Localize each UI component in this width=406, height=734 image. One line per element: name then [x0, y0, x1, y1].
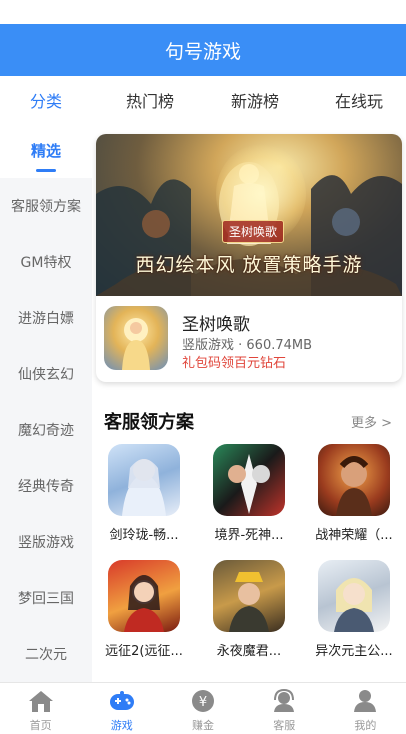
main-content: 圣树唤歌 西幻绘本风 放置策略手游 圣树唤歌 竖版游戏 · 660.74MB 礼…: [92, 122, 406, 682]
tab-online[interactable]: 在线玩: [335, 88, 383, 112]
sidebar-item-featured[interactable]: 精选: [0, 122, 92, 178]
page-title: 句号游戏: [164, 40, 241, 63]
bottom-navigation: 首页 游戏 ¥ 赚金 客服 我的: [0, 682, 406, 734]
sidebar-item-label: 精选: [30, 141, 61, 160]
featured-game-icon: [104, 306, 168, 370]
game-item[interactable]: 战神荣耀（...: [306, 444, 402, 554]
tab-new[interactable]: 新游榜: [231, 88, 279, 112]
game-name: 远征2(远征...: [105, 644, 183, 659]
nav-label: 赚金: [192, 719, 214, 732]
category-sidebar: 精选 客服领方案 GM特权 进游白嫖 仙侠玄幻 魔幻奇迹 经典传奇 竖版游戏 梦…: [0, 122, 92, 682]
game-icon: [318, 560, 390, 632]
game-item[interactable]: 剑玲珑-畅...: [96, 444, 192, 554]
featured-game-info[interactable]: 圣树唤歌 竖版游戏 · 660.74MB 礼包码领百元钻石: [104, 306, 394, 371]
game-item[interactable]: 异次元主公...: [306, 560, 402, 670]
nav-service[interactable]: 客服: [244, 683, 325, 734]
nav-games[interactable]: 游戏: [81, 683, 162, 734]
yen-coin-icon: ¥: [192, 690, 214, 712]
nav-label: 游戏: [110, 719, 133, 732]
featured-game-name: 圣树唤歌: [182, 315, 250, 335]
game-item[interactable]: 远征2(远征...: [96, 560, 192, 670]
sidebar-item-service-plan[interactable]: 客服领方案: [0, 178, 92, 234]
game-name: 境界-死神...: [214, 528, 284, 543]
sidebar-item-label: 仙侠玄幻: [18, 367, 74, 383]
sidebar-item-label: 进游白嫖: [18, 311, 74, 327]
sidebar-item-xianxia[interactable]: 仙侠玄幻: [0, 346, 92, 402]
nav-home[interactable]: 首页: [0, 683, 81, 734]
game-icon: [318, 444, 390, 516]
sidebar-item-legend[interactable]: 经典传奇: [0, 458, 92, 514]
featured-game-meta: 竖版游戏 · 660.74MB: [182, 338, 313, 353]
banner-logo: 圣树唤歌: [222, 220, 285, 243]
game-icon: [213, 444, 285, 516]
sidebar-item-anime[interactable]: 二次元: [0, 626, 92, 682]
sidebar-item-magic[interactable]: 魔幻奇迹: [0, 402, 92, 458]
tab-hot[interactable]: 热门榜: [126, 88, 174, 112]
game-icon: [108, 560, 180, 632]
game-name: 异次元主公...: [315, 644, 393, 659]
gamepad-icon: [109, 691, 134, 710]
banner-slogan: 西幻绘本风 放置策略手游: [135, 254, 363, 276]
user-icon: [354, 690, 377, 712]
nav-earn[interactable]: ¥ 赚金: [162, 683, 243, 734]
featured-game-card[interactable]: 圣树唤歌 西幻绘本风 放置策略手游 圣树唤歌 竖版游戏 · 660.74MB 礼…: [96, 134, 402, 382]
sidebar-item-gm[interactable]: GM特权: [0, 234, 92, 290]
sidebar-item-free[interactable]: 进游白嫖: [0, 290, 92, 346]
game-name: 剑玲珑-畅...: [109, 528, 179, 543]
app-screen: 句号游戏 分类 热门榜 新游榜 在线玩 精选 客服领方案 GM特权 进游白嫖 仙…: [0, 0, 406, 734]
section-title: 客服领方案: [104, 412, 194, 433]
game-icon: [213, 560, 285, 632]
sidebar-item-vertical[interactable]: 竖版游戏: [0, 514, 92, 570]
top-tabs: 分类 热门榜 新游榜 在线玩: [0, 76, 406, 122]
sidebar-item-label: 梦回三国: [18, 591, 74, 607]
game-item[interactable]: 永夜魔君...: [201, 560, 297, 670]
sidebar-item-label: 二次元: [25, 647, 67, 663]
sidebar-item-label: 客服领方案: [11, 199, 81, 215]
nav-mine[interactable]: 我的: [325, 683, 406, 734]
featured-banner[interactable]: 圣树唤歌 西幻绘本风 放置策略手游: [96, 134, 402, 296]
sidebar-item-three-kingdoms[interactable]: 梦回三国: [0, 570, 92, 626]
sidebar-item-label: 经典传奇: [18, 479, 74, 495]
game-name: 战神荣耀（...: [315, 528, 393, 543]
game-icon: [108, 444, 180, 516]
sidebar-item-label: 竖版游戏: [18, 535, 74, 551]
sidebar-item-label: GM特权: [20, 255, 72, 271]
nav-label: 首页: [29, 719, 52, 732]
section-more-link[interactable]: 更多 >: [351, 412, 392, 431]
headset-icon: [274, 689, 295, 712]
tab-category[interactable]: 分类: [30, 88, 62, 112]
svg-text:¥: ¥: [199, 695, 207, 710]
nav-label: 客服: [273, 719, 296, 732]
sidebar-item-label: 魔幻奇迹: [18, 423, 74, 439]
nav-label: 我的: [354, 719, 377, 732]
game-name: 永夜魔君...: [216, 644, 282, 659]
home-icon: [28, 691, 53, 712]
game-item[interactable]: 境界-死神...: [201, 444, 297, 554]
app-header: 句号游戏: [0, 24, 406, 76]
featured-game-gift: 礼包码领百元钻石: [182, 356, 287, 371]
